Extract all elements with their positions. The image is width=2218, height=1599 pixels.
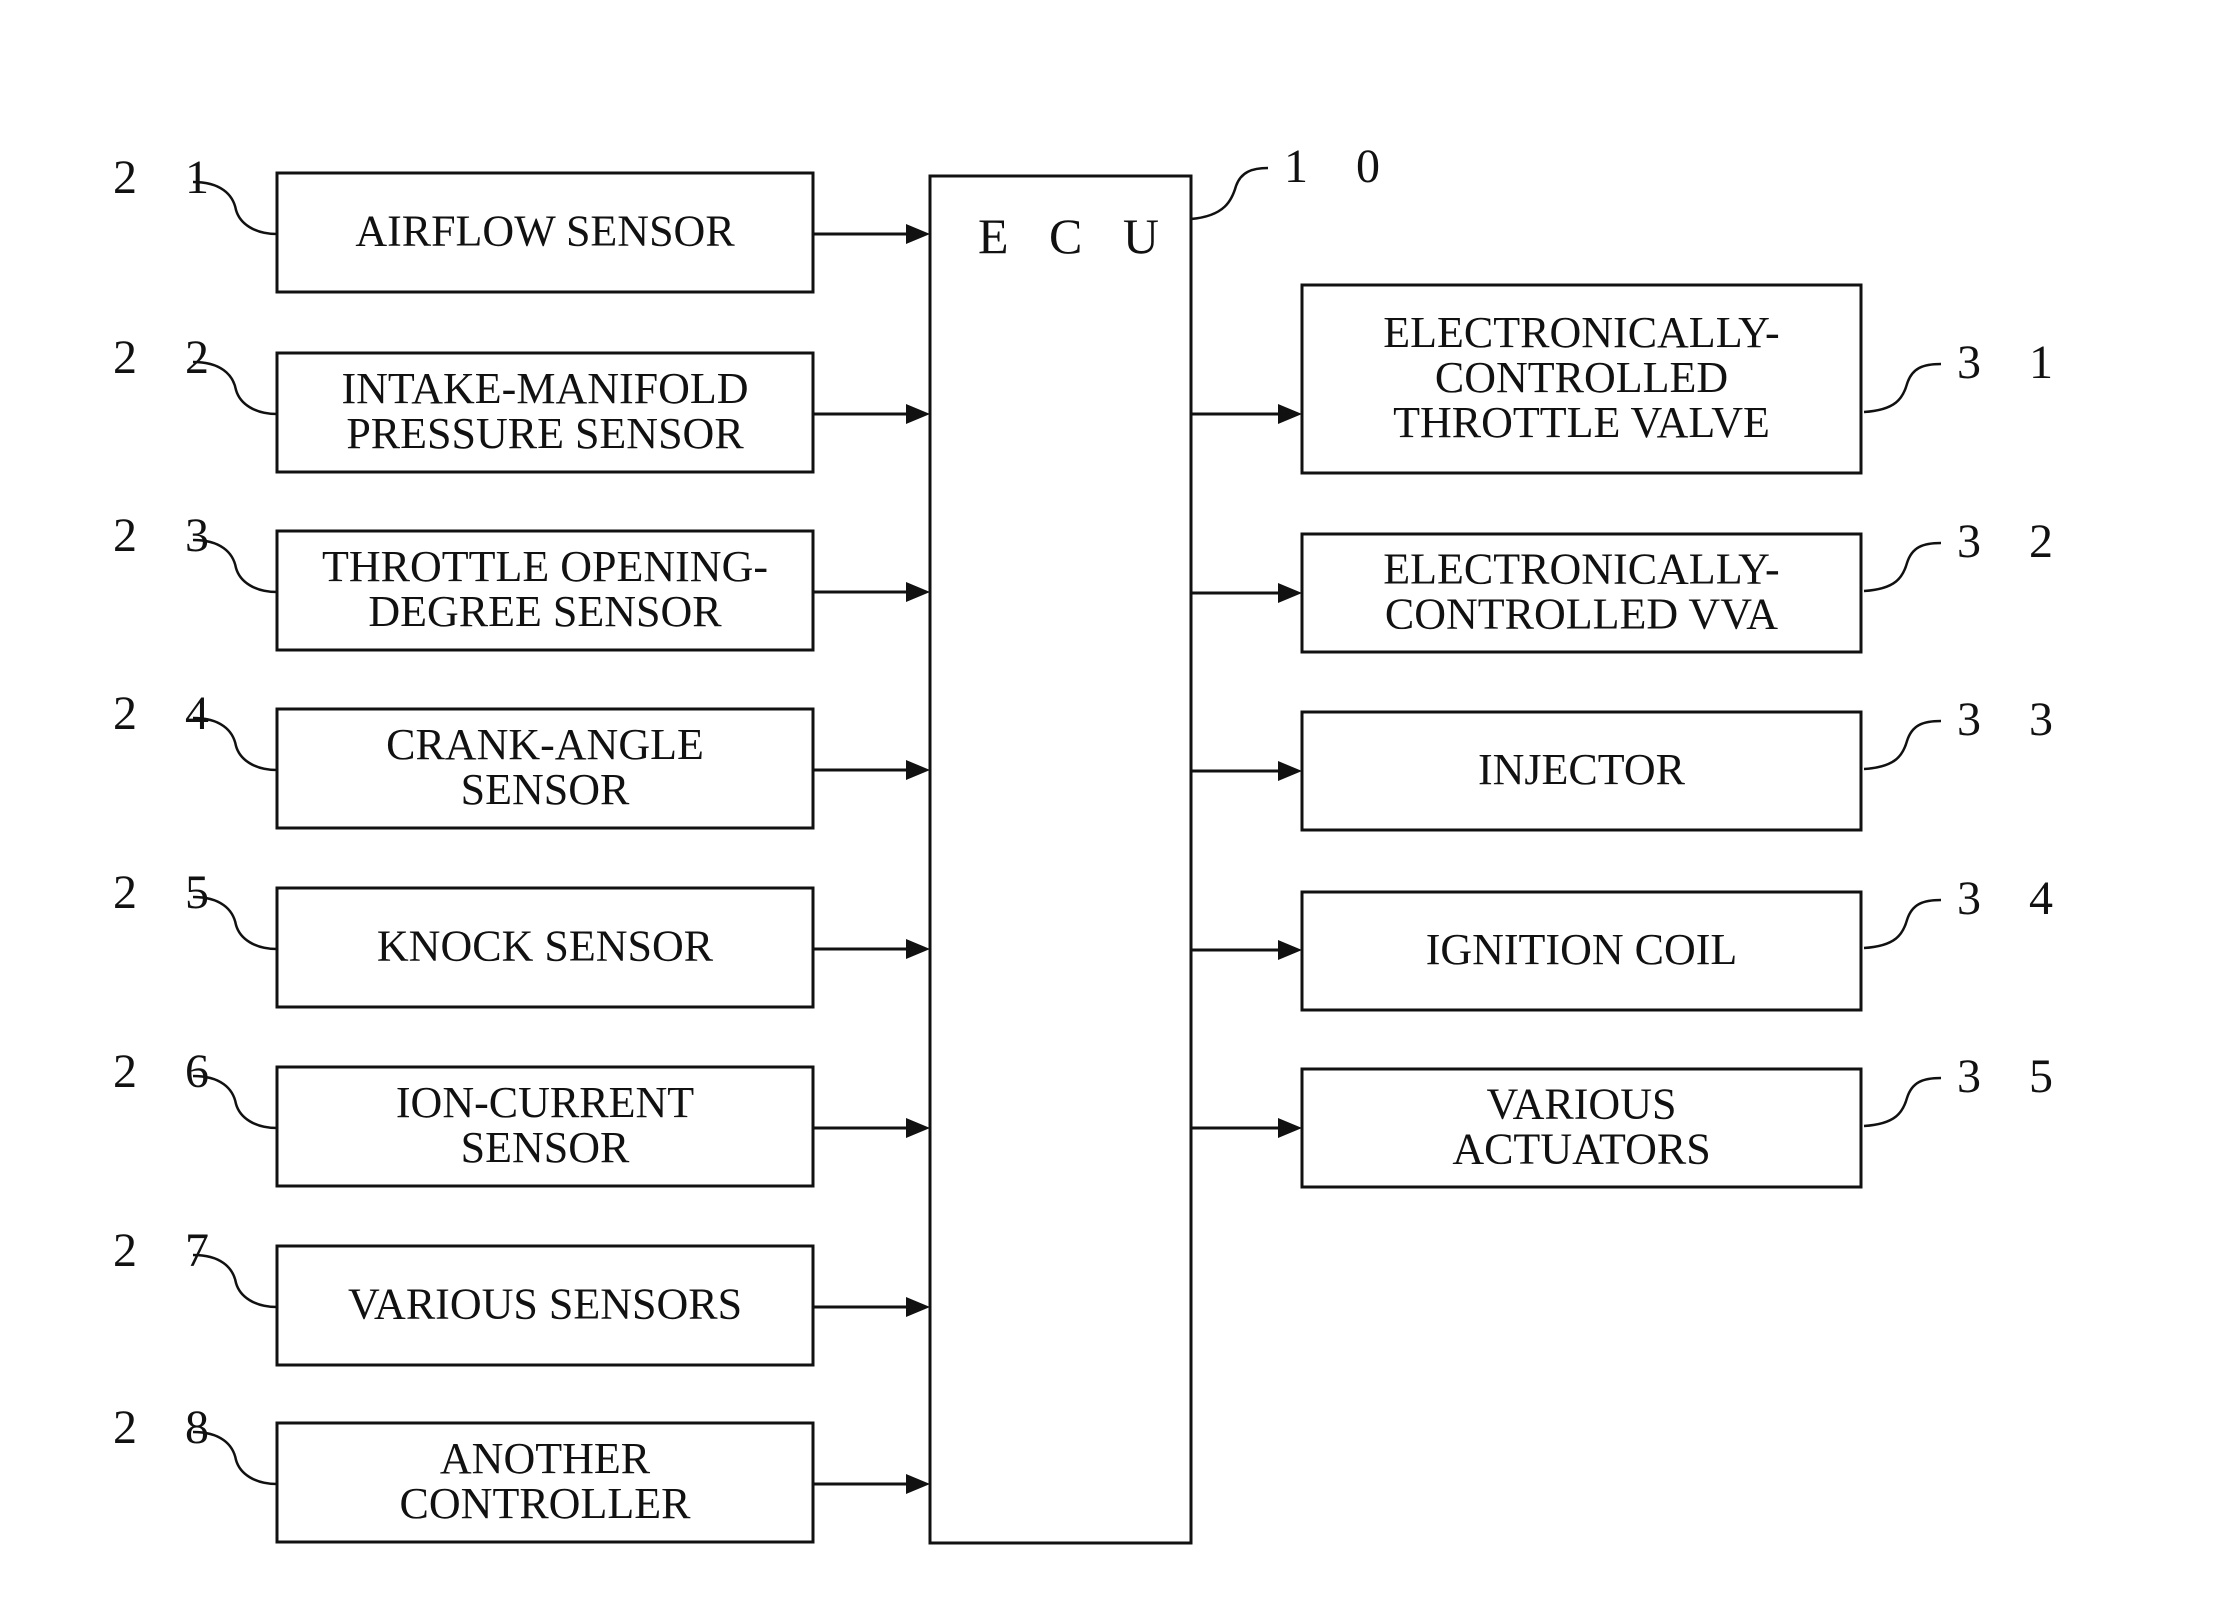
input-block-28-text-line: ANOTHER [440,1434,651,1483]
ecu-ref-number: 1 0 [1284,140,1398,193]
ecu-label: E C U [978,208,1173,264]
output-block-32-text-line: CONTROLLED VVA [1385,590,1778,639]
input-block-25-text-line: KNOCK SENSOR [377,922,714,971]
output-block-34-text-line: IGNITION COIL [1426,925,1738,974]
output-block-33-text-line: INJECTOR [1478,745,1686,794]
output-block-31-ref-number: 3 1 [1957,336,2071,389]
input-block-22-text-line: INTAKE-MANIFOLD [341,364,748,413]
output-block-35-text-line: ACTUATORS [1452,1125,1710,1174]
input-block-27-ref-number: 2 7 [113,1224,227,1277]
input-block-22-text-line: PRESSURE SENSOR [346,409,744,458]
input-block-28-ref-number: 2 8 [113,1401,227,1454]
input-block-23-text-line: DEGREE SENSOR [368,587,722,636]
block-diagram: E C U 1 0 AIRFLOW SENSOR 2 1 INTAKE-MANIFO… [0,0,2218,1599]
input-block-25-ref-number: 2 5 [113,866,227,919]
input-block-26-text-line: ION-CURRENT [396,1078,694,1127]
input-block-28-text-line: CONTROLLER [400,1479,692,1528]
ecu-box [928,174,1193,1545]
output-block-35-text-line: VARIOUS [1487,1080,1677,1129]
input-block-23-text-line: THROTTLE OPENING- [322,542,768,591]
input-block-21-ref-number: 2 1 [113,151,227,204]
output-block-31-text-line: THROTTLE VALVE [1393,398,1770,447]
input-block-22-ref-number: 2 2 [113,331,227,384]
output-block-32-text-line: ELECTRONICALLY- [1383,545,1779,594]
output-block-31-text-line: ELECTRONICALLY- [1383,308,1779,357]
output-block-34-ref-number: 3 4 [1957,872,2071,925]
input-block-21-text-line: AIRFLOW SENSOR [355,207,735,256]
output-block-35-ref-number: 3 5 [1957,1050,2071,1103]
input-block-24-ref-number: 2 4 [113,687,227,740]
input-block-24-text-line: CRANK-ANGLE [386,720,704,769]
output-block-31-text-line: CONTROLLED [1435,353,1728,402]
input-block-27-text-line: VARIOUS SENSORS [348,1280,742,1329]
input-block-26-text-line: SENSOR [461,1123,630,1172]
output-block-32-ref-number: 3 2 [1957,515,2071,568]
input-block-26-ref-number: 2 6 [113,1045,227,1098]
output-block-33-ref-number: 3 3 [1957,693,2071,746]
input-block-23-ref-number: 2 3 [113,509,227,562]
input-block-24-text-line: SENSOR [461,765,630,814]
